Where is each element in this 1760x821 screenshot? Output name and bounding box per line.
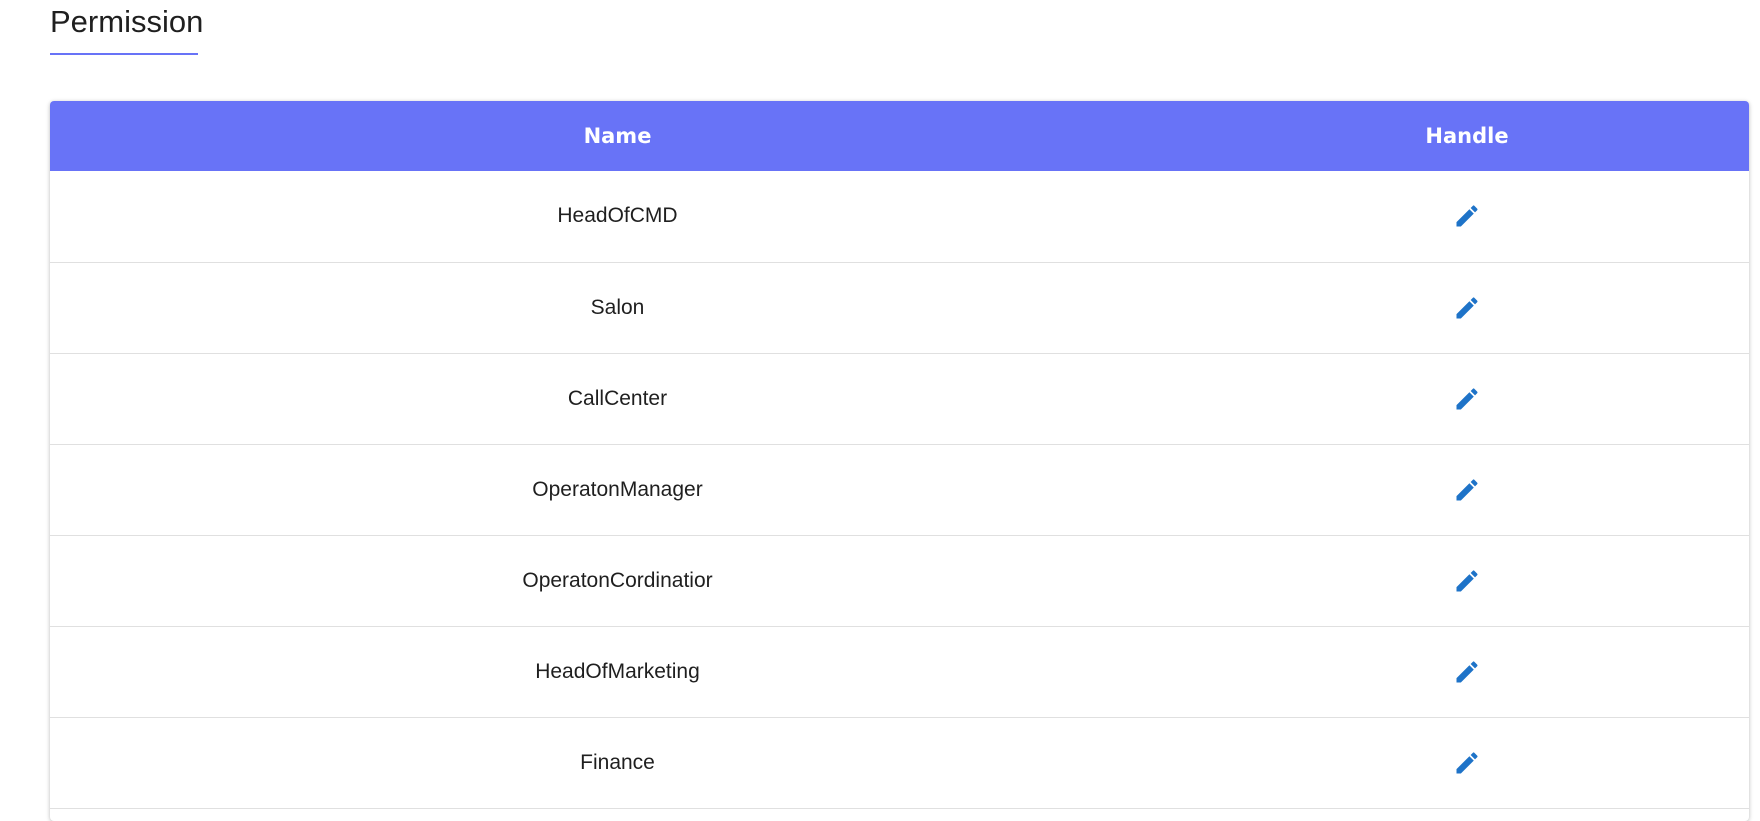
edit-button[interactable] xyxy=(1447,196,1487,236)
permissions-table-card: Name Handle HeadOfCMD Salon CallCenter O… xyxy=(50,101,1749,821)
column-header-handle: Handle xyxy=(1425,124,1509,148)
permissions-table: Name Handle HeadOfCMD Salon CallCenter O… xyxy=(50,101,1749,809)
permission-name-cell: HeadOfMarketing xyxy=(535,659,700,683)
page-header: Permission xyxy=(50,4,203,55)
handle-cell xyxy=(1185,262,1749,353)
handle-cell xyxy=(1185,353,1749,444)
edit-pencil-icon xyxy=(1456,751,1478,773)
edit-pencil-icon xyxy=(1456,569,1478,591)
edit-button[interactable] xyxy=(1447,470,1487,510)
edit-button[interactable] xyxy=(1447,379,1487,419)
handle-cell xyxy=(1185,171,1749,262)
column-header-name: Name xyxy=(583,124,652,148)
table-header-row: Name Handle xyxy=(50,101,1749,171)
title-underline xyxy=(50,53,198,55)
table-row: CallCenter xyxy=(50,353,1749,444)
permission-name-cell: CallCenter xyxy=(567,386,668,410)
handle-cell xyxy=(1185,535,1749,626)
handle-cell xyxy=(1185,626,1749,717)
edit-pencil-icon xyxy=(1456,387,1478,409)
permission-name-cell: HeadOfCMD xyxy=(557,204,678,228)
table-row: OperatonManager xyxy=(50,444,1749,535)
table-row: OperatonCordinatior xyxy=(50,535,1749,626)
edit-button[interactable] xyxy=(1447,288,1487,328)
table-row: Finance xyxy=(50,717,1749,808)
page-title: Permission xyxy=(50,4,204,39)
edit-button[interactable] xyxy=(1447,561,1487,601)
permission-name-cell: OperatonManager xyxy=(532,477,703,501)
table-row: HeadOfMarketing xyxy=(50,626,1749,717)
permission-name-cell: Finance xyxy=(580,750,655,774)
table-row: HeadOfCMD xyxy=(50,171,1749,262)
edit-pencil-icon xyxy=(1456,296,1478,318)
permission-name-cell: OperatonCordinatior xyxy=(522,568,713,592)
permission-name-cell: Salon xyxy=(590,295,645,319)
table-row: Salon xyxy=(50,262,1749,353)
handle-cell xyxy=(1185,444,1749,535)
edit-button[interactable] xyxy=(1447,743,1487,783)
handle-cell xyxy=(1185,717,1749,808)
edit-pencil-icon xyxy=(1456,205,1478,227)
edit-pencil-icon xyxy=(1456,660,1478,682)
edit-pencil-icon xyxy=(1456,478,1478,500)
edit-button[interactable] xyxy=(1447,652,1487,692)
